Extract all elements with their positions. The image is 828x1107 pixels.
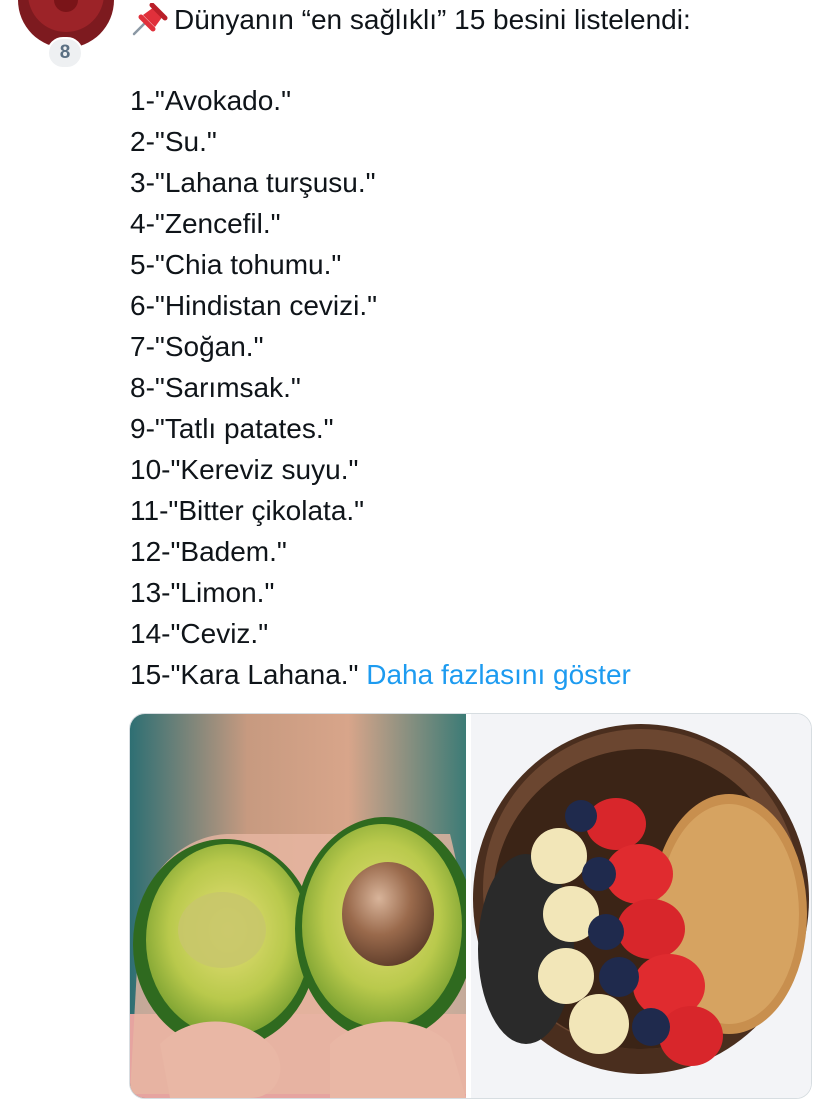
- avatar-figure-icon: [54, 0, 78, 12]
- list-item: 3-"Lahana turşusu.": [130, 167, 376, 198]
- media-grid: [129, 713, 812, 1099]
- list-item: 12-"Badem.": [130, 536, 287, 567]
- list-item: 1-"Avokado.": [130, 85, 292, 116]
- list-item: 8-"Sarımsak.": [130, 372, 301, 403]
- list-item-last: 15-"Kara Lahana." Daha fazlasını göster: [130, 654, 631, 695]
- avatar-badge: 8: [47, 37, 83, 69]
- list-item: 13-"Limon.": [130, 577, 275, 608]
- list-item: 4-"Zencefil.": [130, 208, 281, 239]
- post-headline: Dünyanın “en sağlıklı” 15 besini listele…: [174, 4, 691, 35]
- list-item: 7-"Soğan.": [130, 331, 264, 362]
- smoothie-bowl-photo[interactable]: [471, 714, 811, 1098]
- pushpin-icon: [132, 3, 168, 36]
- list-item: 2-"Su.": [130, 126, 217, 157]
- list-item: 14-"Ceviz.": [130, 618, 269, 649]
- list-item: 9-"Tatlı patates.": [130, 413, 334, 444]
- avocado-photo[interactable]: [130, 714, 466, 1098]
- last-item-text: 15-"Kara Lahana.": [130, 659, 359, 690]
- show-more-link[interactable]: Daha fazlasını göster: [366, 659, 631, 690]
- list-item: 10-"Kereviz suyu.": [130, 454, 359, 485]
- list-item: 6-"Hindistan cevizi.": [130, 290, 378, 321]
- post-headline-row: Dünyanın “en sağlıklı” 15 besini listele…: [130, 0, 691, 40]
- food-list: 1-"Avokado." 2-"Su." 3-"Lahana turşusu."…: [130, 80, 631, 695]
- list-item: 11-"Bitter çikolata.": [130, 495, 365, 526]
- list-item: 5-"Chia tohumu.": [130, 249, 342, 280]
